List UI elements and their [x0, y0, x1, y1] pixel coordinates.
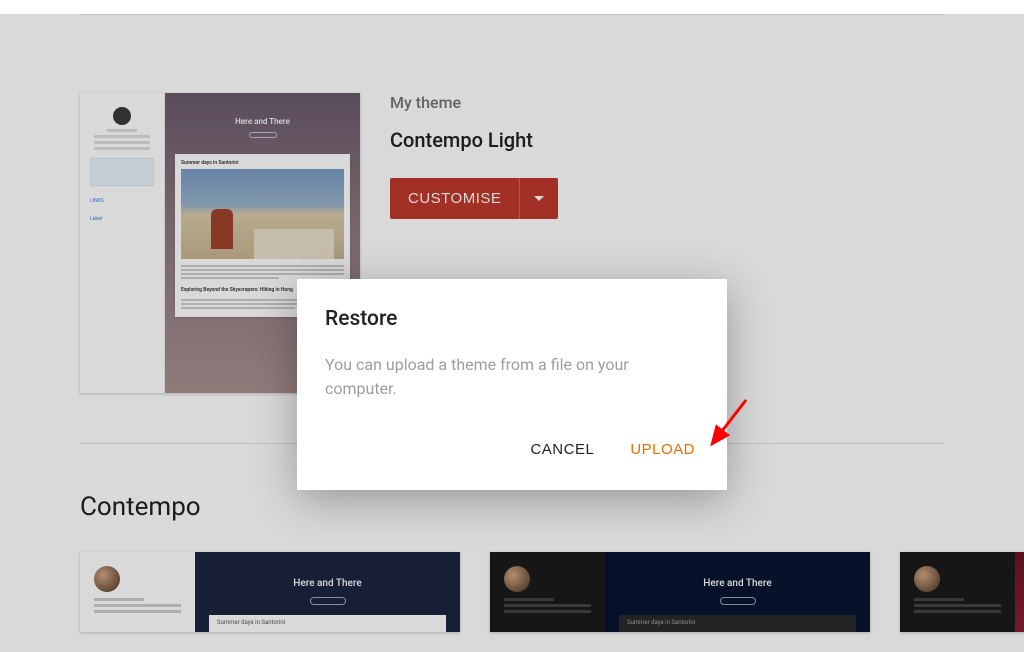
cancel-button[interactable]: CANCEL — [526, 433, 598, 466]
modal-overlay[interactable]: Restore You can upload a theme from a fi… — [0, 14, 1024, 652]
dialog-actions: CANCEL UPLOAD — [325, 433, 699, 478]
upload-button[interactable]: UPLOAD — [626, 433, 699, 466]
restore-dialog: Restore You can upload a theme from a fi… — [297, 279, 727, 490]
dialog-title: Restore — [325, 307, 699, 331]
dialog-body: You can upload a theme from a file on yo… — [325, 353, 699, 401]
